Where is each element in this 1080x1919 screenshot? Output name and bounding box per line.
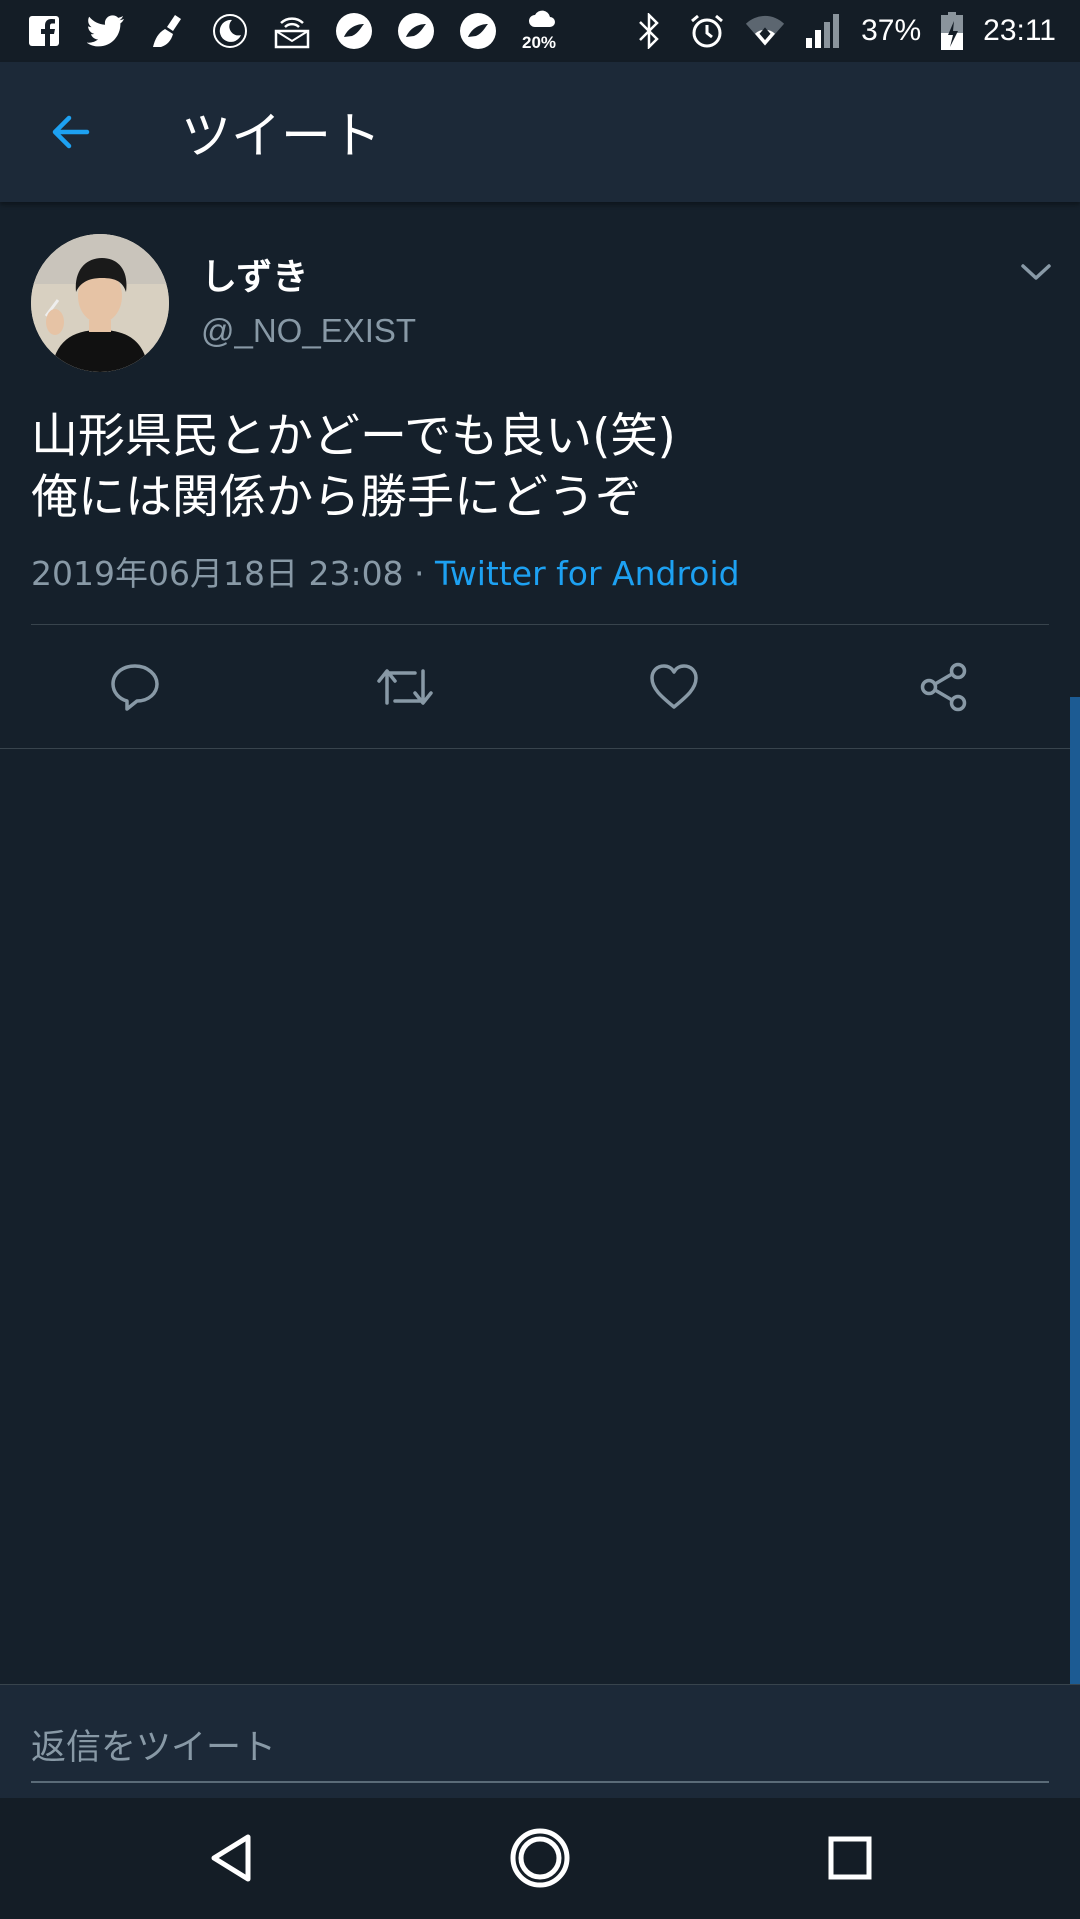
tweet-timestamp: 2019年06月18日 23:08	[31, 554, 404, 593]
page-title: ツイート	[181, 107, 381, 165]
moon-icon	[210, 11, 250, 51]
back-button[interactable]	[31, 92, 111, 172]
app-circle-icon	[334, 11, 374, 51]
reply-button[interactable]	[99, 651, 171, 723]
tweet-actions	[0, 625, 1080, 749]
reply-bar	[0, 1684, 1080, 1798]
alarm-icon	[687, 11, 727, 51]
clock-time: 23:11	[983, 14, 1056, 47]
app-circle-icon	[458, 11, 498, 51]
reply-icon	[111, 664, 159, 711]
chevron-down-icon	[1021, 264, 1051, 280]
retweet-icon	[377, 669, 433, 705]
avatar[interactable]	[31, 234, 169, 372]
arrow-left-icon	[52, 115, 90, 149]
meta-separator: ·	[403, 554, 436, 593]
like-button[interactable]	[638, 651, 710, 723]
nav-recents-button[interactable]	[810, 1818, 890, 1898]
wifi-icon	[745, 11, 785, 51]
circle-home-icon	[510, 1828, 570, 1888]
retweet-button[interactable]	[369, 651, 441, 723]
app-bar: ツイート	[0, 62, 1080, 202]
app-circle-icon	[396, 11, 436, 51]
tweet-options-button[interactable]	[1016, 252, 1056, 292]
weather-icon: 20%	[520, 9, 564, 53]
share-icon	[920, 662, 967, 712]
tweet-source-link[interactable]: Twitter for Android	[435, 554, 740, 593]
divider	[0, 748, 1080, 749]
cleaner-icon	[148, 11, 188, 51]
heart-icon	[650, 664, 698, 709]
nav-back-button[interactable]	[191, 1818, 271, 1898]
status-bar-notifications: 20%	[24, 9, 564, 53]
tweet-text-line: 俺には関係から勝手にどうぞ	[31, 470, 642, 525]
tweet-meta: 2019年06月18日 23:08 · Twitter for Android	[31, 547, 740, 595]
tweet-text: 山形県民とかどーでも良い(笑) 俺には関係から勝手にどうぞ	[31, 406, 1041, 528]
system-nav-bar	[0, 1798, 1080, 1919]
weather-percent: 20%	[522, 33, 557, 52]
tweet-text-line: 山形県民とかどーでも良い(笑)	[31, 409, 676, 464]
status-bar-system: 37% 23:11	[629, 11, 1056, 51]
reply-input[interactable]	[31, 1725, 1049, 1783]
wifi-mail-icon	[272, 11, 312, 51]
share-button[interactable]	[908, 651, 980, 723]
display-name[interactable]: しずき	[201, 248, 308, 300]
battery-icon	[939, 11, 965, 51]
triangle-back-icon	[211, 1834, 251, 1882]
status-bar: 20% 37% 23:11	[0, 0, 1080, 62]
user-handle[interactable]: @_NO_EXIST	[201, 312, 416, 350]
bluetooth-icon	[629, 11, 669, 51]
scrollbar[interactable]	[1070, 697, 1080, 1684]
nav-home-button[interactable]	[500, 1818, 580, 1898]
square-recents-icon	[828, 1836, 872, 1880]
twitter-icon	[86, 11, 126, 51]
battery-percent: 37%	[861, 14, 922, 47]
signal-icon	[803, 11, 843, 51]
facebook-icon	[24, 11, 64, 51]
